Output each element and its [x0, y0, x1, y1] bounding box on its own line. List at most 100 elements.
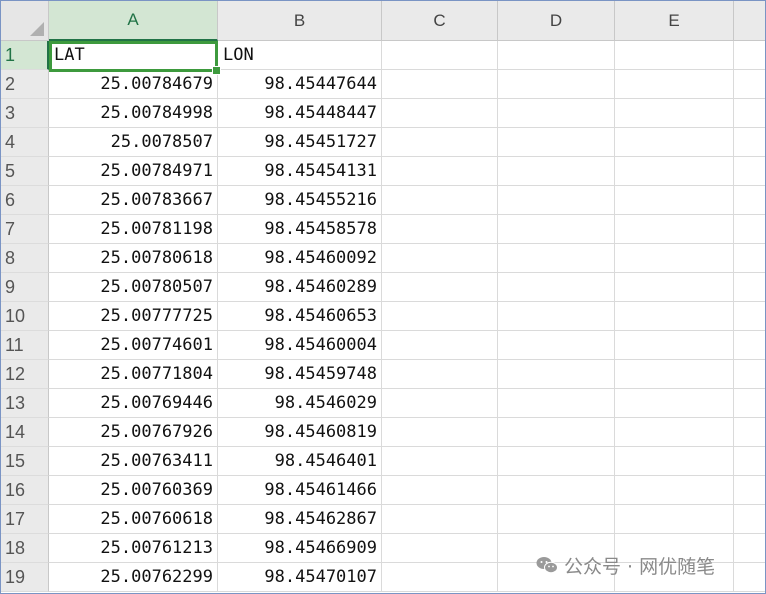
cell-d8[interactable]: [498, 244, 615, 273]
cell-d9[interactable]: [498, 273, 615, 302]
column-header-c[interactable]: C: [382, 1, 498, 41]
cell-b17[interactable]: 98.45462867: [218, 505, 382, 534]
cell-d3[interactable]: [498, 99, 615, 128]
cell-e2[interactable]: [615, 70, 734, 99]
cell-c19[interactable]: [382, 563, 498, 592]
cell-d12[interactable]: [498, 360, 615, 389]
cell-e9[interactable]: [615, 273, 734, 302]
cell-a15[interactable]: 25.00763411: [49, 447, 218, 476]
cell-b6[interactable]: 98.45455216: [218, 186, 382, 215]
cell-a12[interactable]: 25.00771804: [49, 360, 218, 389]
row-header[interactable]: 1: [1, 41, 49, 70]
column-header-e[interactable]: E: [615, 1, 734, 41]
cell-e15[interactable]: [615, 447, 734, 476]
column-header-b[interactable]: B: [218, 1, 382, 41]
row-header[interactable]: 19: [1, 563, 49, 592]
cell-e5[interactable]: [615, 157, 734, 186]
cell-c18[interactable]: [382, 534, 498, 563]
cell-e13[interactable]: [615, 389, 734, 418]
row-header[interactable]: 4: [1, 128, 49, 157]
cell-c14[interactable]: [382, 418, 498, 447]
row-header[interactable]: 16: [1, 476, 49, 505]
cell-b10[interactable]: 98.45460653: [218, 302, 382, 331]
cell-e4[interactable]: [615, 128, 734, 157]
cell-a16[interactable]: 25.00760369: [49, 476, 218, 505]
cell-c6[interactable]: [382, 186, 498, 215]
cell-e17[interactable]: [615, 505, 734, 534]
row-header[interactable]: 10: [1, 302, 49, 331]
cell-c9[interactable]: [382, 273, 498, 302]
cell-b2[interactable]: 98.45447644: [218, 70, 382, 99]
cell-c16[interactable]: [382, 476, 498, 505]
cell-a5[interactable]: 25.00784971: [49, 157, 218, 186]
cell-b1[interactable]: LON: [218, 41, 382, 70]
cell-d5[interactable]: [498, 157, 615, 186]
row-header[interactable]: 15: [1, 447, 49, 476]
row-header[interactable]: 14: [1, 418, 49, 447]
row-header[interactable]: 2: [1, 70, 49, 99]
cell-a9[interactable]: 25.00780507: [49, 273, 218, 302]
cell-e6[interactable]: [615, 186, 734, 215]
cell-c2[interactable]: [382, 70, 498, 99]
cell-e16[interactable]: [615, 476, 734, 505]
cell-d10[interactable]: [498, 302, 615, 331]
cell-c5[interactable]: [382, 157, 498, 186]
cell-d7[interactable]: [498, 215, 615, 244]
cell-b19[interactable]: 98.45470107: [218, 563, 382, 592]
cell-b7[interactable]: 98.45458578: [218, 215, 382, 244]
cell-c7[interactable]: [382, 215, 498, 244]
cell-d1[interactable]: [498, 41, 615, 70]
cell-c4[interactable]: [382, 128, 498, 157]
cell-a17[interactable]: 25.00760618: [49, 505, 218, 534]
cell-b18[interactable]: 98.45466909: [218, 534, 382, 563]
cell-b5[interactable]: 98.45454131: [218, 157, 382, 186]
cell-a19[interactable]: 25.00762299: [49, 563, 218, 592]
cell-d17[interactable]: [498, 505, 615, 534]
cell-b13[interactable]: 98.4546029: [218, 389, 382, 418]
cell-e14[interactable]: [615, 418, 734, 447]
row-header[interactable]: 5: [1, 157, 49, 186]
row-header[interactable]: 6: [1, 186, 49, 215]
cell-a2[interactable]: 25.00784679: [49, 70, 218, 99]
cell-e1[interactable]: [615, 41, 734, 70]
row-header[interactable]: 17: [1, 505, 49, 534]
cell-b14[interactable]: 98.45460819: [218, 418, 382, 447]
row-header[interactable]: 3: [1, 99, 49, 128]
cell-d4[interactable]: [498, 128, 615, 157]
row-header[interactable]: 11: [1, 331, 49, 360]
cell-c12[interactable]: [382, 360, 498, 389]
cell-a11[interactable]: 25.00774601: [49, 331, 218, 360]
cell-a10[interactable]: 25.00777725: [49, 302, 218, 331]
cell-d2[interactable]: [498, 70, 615, 99]
cell-d6[interactable]: [498, 186, 615, 215]
cell-a8[interactable]: 25.00780618: [49, 244, 218, 273]
column-header-d[interactable]: D: [498, 1, 615, 41]
cell-b4[interactable]: 98.45451727: [218, 128, 382, 157]
cell-c3[interactable]: [382, 99, 498, 128]
row-header[interactable]: 12: [1, 360, 49, 389]
cell-a14[interactable]: 25.00767926: [49, 418, 218, 447]
cell-b9[interactable]: 98.45460289: [218, 273, 382, 302]
row-header[interactable]: 9: [1, 273, 49, 302]
row-header[interactable]: 18: [1, 534, 49, 563]
cell-d11[interactable]: [498, 331, 615, 360]
cell-c10[interactable]: [382, 302, 498, 331]
cell-a13[interactable]: 25.00769446: [49, 389, 218, 418]
cell-c17[interactable]: [382, 505, 498, 534]
cell-d13[interactable]: [498, 389, 615, 418]
row-header[interactable]: 13: [1, 389, 49, 418]
cell-a6[interactable]: 25.00783667: [49, 186, 218, 215]
cell-e10[interactable]: [615, 302, 734, 331]
cell-a1[interactable]: LAT: [49, 41, 218, 70]
cell-e8[interactable]: [615, 244, 734, 273]
cell-d14[interactable]: [498, 418, 615, 447]
cell-e11[interactable]: [615, 331, 734, 360]
cell-d16[interactable]: [498, 476, 615, 505]
cell-c11[interactable]: [382, 331, 498, 360]
cell-a3[interactable]: 25.00784998: [49, 99, 218, 128]
cell-a18[interactable]: 25.00761213: [49, 534, 218, 563]
cell-c1[interactable]: [382, 41, 498, 70]
cell-e12[interactable]: [615, 360, 734, 389]
column-header-a[interactable]: A: [49, 1, 218, 41]
cell-a7[interactable]: 25.00781198: [49, 215, 218, 244]
